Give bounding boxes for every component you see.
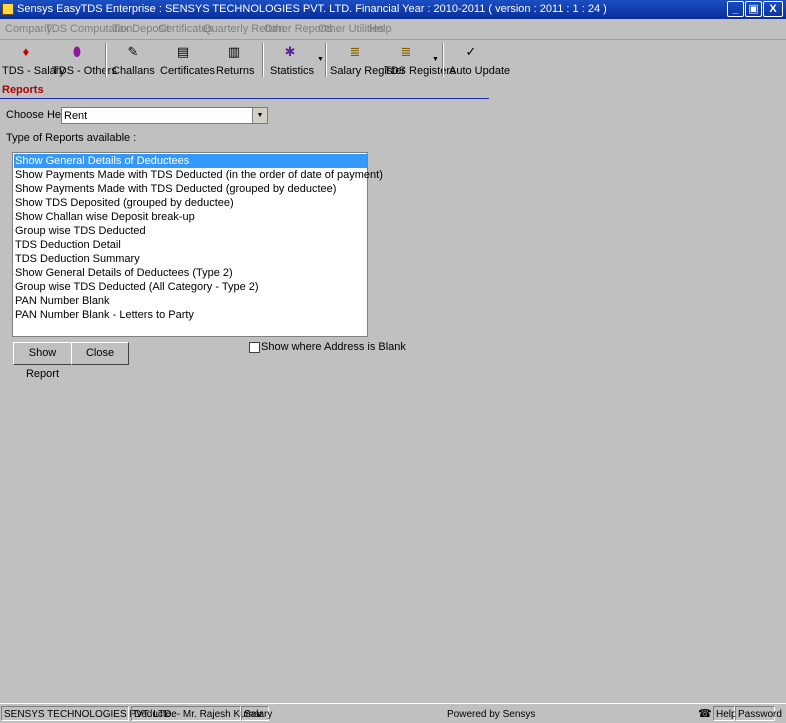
tds-salary-label: TDS - Salary	[2, 65, 65, 77]
tds-others-button[interactable]: ⬮ TDS - Others	[52, 42, 117, 78]
challans-label: Challans	[112, 65, 155, 77]
choose-head-select[interactable]: Rent ▼	[61, 107, 268, 124]
list-item[interactable]: PAN Number Blank	[14, 294, 367, 308]
tds-others-label: TDS - Others	[52, 65, 117, 77]
list-item[interactable]: TDS Deduction Detail	[14, 238, 367, 252]
statistics-label: Statistics	[270, 65, 315, 77]
certificates-label: Certificates	[160, 65, 216, 77]
list-item[interactable]: Show General Details of Deductees	[14, 154, 367, 168]
help-icon[interactable]: ☎	[698, 707, 712, 720]
list-item[interactable]: TDS Deduction Summary	[14, 252, 367, 266]
status-help[interactable]: Help	[713, 706, 737, 721]
list-item[interactable]: Show Payments Made with TDS Deducted (in…	[14, 168, 383, 182]
menu-help[interactable]: Help	[369, 23, 392, 35]
returns-button[interactable]: ▥ Returns	[216, 42, 255, 78]
tds-registers-dropdown-icon[interactable]: ▼	[432, 56, 439, 63]
address-blank-checkbox[interactable]	[249, 342, 260, 353]
tds-registers-icon: ≣	[400, 44, 412, 59]
toolbar-divider	[0, 98, 489, 99]
status-deductee: Deductee- Mr. Rajesh Kumar	[131, 706, 263, 721]
list-item[interactable]: Show General Details of Deductees (Type …	[14, 266, 367, 280]
auto-update-button[interactable]: ✓ Auto Update	[449, 42, 511, 78]
challans-button[interactable]: ✎ Challans	[112, 42, 155, 78]
chevron-down-icon[interactable]: ▼	[252, 108, 267, 123]
certificate-icon: ▤	[176, 44, 190, 59]
challans-icon: ✎	[127, 44, 139, 59]
close-button[interactable]: Close	[71, 342, 129, 365]
app-icon	[2, 3, 14, 15]
reports-header: Reports	[2, 84, 44, 96]
salary-register-label: Salary Register	[330, 65, 406, 77]
report-types-list[interactable]: Show General Details of Deductees Show P…	[12, 152, 383, 337]
toolbar-separator	[325, 43, 327, 77]
toolbar-separator	[105, 43, 107, 77]
show-report-button[interactable]: Show Report	[13, 342, 72, 380]
list-item[interactable]: Group wise TDS Deducted	[14, 224, 367, 238]
choose-head-value: Rent	[64, 110, 88, 122]
returns-label: Returns	[216, 65, 255, 77]
status-company: SENSYS TECHNOLOGIES PVT. LTD.	[1, 706, 174, 721]
tds-registers-button[interactable]: ≣ TDS Registers	[384, 42, 456, 78]
list-item[interactable]: Group wise TDS Deducted (All Category - …	[14, 280, 367, 294]
statistics-icon: ✱	[284, 44, 296, 59]
minimize-button[interactable]: _	[727, 1, 744, 17]
tds-salary-button[interactable]: ♦ TDS - Salary	[2, 42, 65, 78]
list-item[interactable]: Show Challan wise Deposit break-up	[14, 210, 367, 224]
statistics-dropdown-icon[interactable]: ▼	[317, 56, 324, 63]
status-password[interactable]: Password	[735, 706, 782, 721]
auto-update-label: Auto Update	[449, 65, 511, 77]
returns-icon: ▥	[227, 44, 241, 59]
toolbar: ♦ TDS - Salary ⬮ TDS - Others ✎ Challans…	[0, 40, 786, 80]
close-window-button[interactable]: X	[763, 1, 783, 17]
tds-others-icon: ⬮	[72, 44, 82, 59]
list-item[interactable]: PAN Number Blank - Letters to Party	[14, 308, 367, 322]
salary-register-icon: ≣	[349, 44, 361, 59]
checkmark-icon: ✓	[465, 44, 477, 59]
address-blank-label: Show where Address is Blank	[261, 341, 406, 353]
window-title: Sensys EasyTDS Enterprise : SENSYS TECHN…	[17, 3, 607, 15]
certificates-button[interactable]: ▤ Certificates	[160, 42, 216, 78]
types-label: Type of Reports available :	[6, 132, 137, 144]
tds-registers-label: TDS Registers	[384, 65, 456, 77]
title-bar: Sensys EasyTDS Enterprise : SENSYS TECHN…	[0, 0, 786, 19]
list-item[interactable]: Show TDS Deposited (grouped by deductee)	[14, 196, 367, 210]
status-bar: SENSYS TECHNOLOGIES PVT. LTD. Deductee- …	[0, 703, 786, 723]
menu-bar: Company TDS Computation Tax Deposit Cert…	[0, 20, 786, 40]
status-head: Salary	[241, 706, 272, 721]
list-item[interactable]: Show Payments Made with TDS Deducted (gr…	[14, 182, 367, 196]
status-powered: Powered by Sensys	[447, 709, 536, 720]
statistics-button[interactable]: ✱ Statistics	[270, 42, 315, 78]
maximize-button[interactable]: ▣	[745, 1, 762, 17]
toolbar-separator	[262, 43, 264, 77]
tds-salary-icon: ♦	[22, 44, 30, 59]
toolbar-separator	[442, 43, 444, 77]
salary-register-button[interactable]: ≣ Salary Register	[330, 42, 406, 78]
